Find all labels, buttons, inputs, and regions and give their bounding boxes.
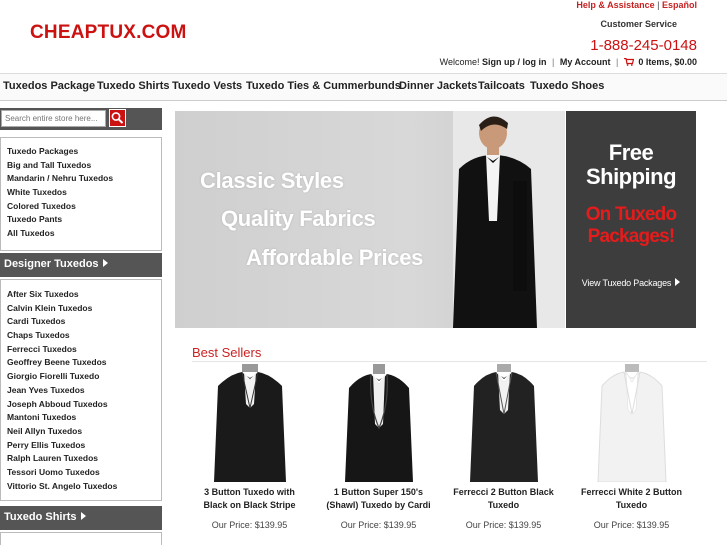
tuxedo-shirts-list bbox=[0, 532, 162, 545]
sidebar-item-neil-allyn[interactable]: Neil Allyn Tuxedos bbox=[1, 425, 161, 439]
cart-icon[interactable] bbox=[623, 58, 634, 66]
cart-total[interactable]: $0.00 bbox=[674, 57, 697, 67]
product-name[interactable]: 1 Button Super 150's (Shawl) Tuxedo by C… bbox=[321, 486, 436, 512]
welcome-text: Welcome! bbox=[439, 57, 480, 67]
product-price: Our Price: $139.95 bbox=[593, 520, 670, 530]
product-card[interactable]: 1 Button Super 150's (Shawl) Tuxedo by C… bbox=[321, 364, 436, 530]
my-account-link[interactable]: My Account bbox=[560, 57, 611, 67]
sidebar-item-colored-tuxedos[interactable]: Colored Tuxedos bbox=[1, 200, 161, 214]
account-bar: Welcome! Sign up / log in | My Account |… bbox=[440, 57, 697, 67]
product-image[interactable] bbox=[592, 364, 672, 482]
sidebar-item-perry-ellis[interactable]: Perry Ellis Tuxedos bbox=[1, 439, 161, 453]
hero-line-affordable: Affordable Prices bbox=[246, 245, 424, 270]
nav-tuxedo-vests[interactable]: Tuxedo Vests bbox=[172, 80, 242, 92]
site-logo[interactable]: CHEAPTUX.COM bbox=[30, 22, 187, 44]
promo-free-text: Free Shipping bbox=[566, 141, 696, 189]
hero-line-classic: Classic Styles bbox=[200, 168, 344, 193]
customer-service-label[interactable]: Customer Service bbox=[600, 19, 677, 29]
main-nav: Tuxedos Package Tuxedo Shirts Tuxedo Ves… bbox=[0, 73, 727, 101]
designer-tuxedos-header[interactable]: Designer Tuxedos bbox=[0, 253, 162, 277]
sidebar-item-geoffrey-beene[interactable]: Geoffrey Beene Tuxedos bbox=[1, 356, 161, 370]
promo-line-on-tuxedo: On Tuxedo bbox=[585, 204, 677, 225]
search-button[interactable] bbox=[109, 109, 126, 127]
sidebar-item-cardi[interactable]: Cardi Tuxedos bbox=[1, 315, 161, 329]
sidebar-item-calvin-klein[interactable]: Calvin Klein Tuxedos bbox=[1, 302, 161, 316]
arrow-right-icon bbox=[675, 278, 681, 286]
view-tuxedo-packages-link[interactable]: View Tuxedo Packages bbox=[566, 278, 696, 288]
nav-tailcoats[interactable]: Tailcoats bbox=[478, 80, 525, 92]
sidebar-item-ralph-lauren[interactable]: Ralph Lauren Tuxedos bbox=[1, 452, 161, 466]
promo-line-packages: Packages! bbox=[587, 226, 676, 247]
sidebar-item-mandarin-nehru[interactable]: Mandarin / Nehru Tuxedos bbox=[1, 172, 161, 186]
search-input[interactable] bbox=[1, 110, 106, 127]
nav-dinner-jackets[interactable]: Dinner Jackets bbox=[399, 80, 477, 92]
product-name[interactable]: Ferrecci White 2 Button Tuxedo bbox=[574, 486, 689, 512]
sidebar-item-tessori-uomo[interactable]: Tessori Uomo Tuxedos bbox=[1, 466, 161, 480]
phone-number: 1-888-245-0148 bbox=[590, 37, 697, 54]
sidebar-item-all-tuxedos[interactable]: All Tuxedos bbox=[1, 227, 161, 241]
hero-line-quality: Quality Fabrics bbox=[221, 206, 376, 231]
product-name[interactable]: 3 Button Tuxedo with Black on Black Stri… bbox=[192, 486, 307, 512]
product-image[interactable] bbox=[339, 364, 419, 482]
sidebar-item-tuxedo-packages[interactable]: Tuxedo Packages bbox=[1, 145, 161, 159]
nav-tuxedo-shirts[interactable]: Tuxedo Shirts bbox=[97, 80, 170, 92]
sidebar-item-chaps[interactable]: Chaps Tuxedos bbox=[1, 329, 161, 343]
sidebar-item-white-tuxedos[interactable]: White Tuxedos bbox=[1, 186, 161, 200]
arrow-right-icon bbox=[80, 512, 86, 520]
arrow-right-icon bbox=[102, 259, 108, 267]
sidebar-item-giorgio-fiorelli[interactable]: Giorgio Fiorelli Tuxedo bbox=[1, 370, 161, 384]
sidebar-item-vittorio-st-angelo[interactable]: Vittorio St. Angelo Tuxedos bbox=[1, 480, 161, 494]
divider: | bbox=[552, 57, 555, 67]
product-price: Our Price: $139.95 bbox=[211, 520, 288, 530]
product-image[interactable] bbox=[464, 364, 544, 482]
signup-login-link[interactable]: Sign up / log in bbox=[482, 57, 547, 67]
espanol-link[interactable]: Español bbox=[662, 0, 697, 10]
product-price: Our Price: $139.95 bbox=[465, 520, 542, 530]
sidebar-item-ferrecci[interactable]: Ferrecci Tuxedos bbox=[1, 343, 161, 357]
product-price: Our Price: $139.95 bbox=[340, 520, 417, 530]
sidebar-item-mantoni[interactable]: Mantoni Tuxedos bbox=[1, 411, 161, 425]
promo-line-shipping: Shipping bbox=[585, 164, 677, 189]
product-card[interactable]: 3 Button Tuxedo with Black on Black Stri… bbox=[192, 364, 307, 530]
sidebar-item-big-and-tall[interactable]: Big and Tall Tuxedos bbox=[1, 159, 161, 173]
nav-tuxedos-package[interactable]: Tuxedos Package bbox=[3, 80, 95, 92]
sidebar-item-jean-yves[interactable]: Jean Yves Tuxedos bbox=[1, 384, 161, 398]
divider bbox=[192, 361, 707, 362]
promo-red-text: On Tuxedo Packages! bbox=[566, 204, 696, 248]
tuxedo-shirts-header[interactable]: Tuxedo Shirts bbox=[0, 506, 162, 530]
product-card[interactable]: Ferrecci 2 Button Black Tuxedo Our Price… bbox=[446, 364, 561, 530]
divider: | bbox=[616, 57, 619, 67]
nav-tuxedo-ties[interactable]: Tuxedo Ties & Cummerbunds bbox=[246, 80, 401, 92]
free-shipping-promo[interactable]: Free Shipping On Tuxedo Packages! View T… bbox=[566, 111, 696, 328]
product-card[interactable]: Ferrecci White 2 Button Tuxedo Our Price… bbox=[574, 364, 689, 530]
divider: | bbox=[657, 0, 660, 10]
tuxedo-category-list: Tuxedo Packages Big and Tall Tuxedos Man… bbox=[0, 137, 162, 251]
promo-link-label: View Tuxedo Packages bbox=[581, 278, 672, 288]
help-links: Help & Assistance | Español bbox=[576, 0, 697, 10]
model-photo bbox=[453, 111, 565, 328]
shirts-header-label: Tuxedo Shirts bbox=[4, 511, 77, 523]
designer-header-label: Designer Tuxedos bbox=[4, 258, 99, 270]
help-assistance-link[interactable]: Help & Assistance bbox=[576, 0, 654, 10]
sidebar-item-after-six[interactable]: After Six Tuxedos bbox=[1, 288, 161, 302]
cart-items[interactable]: 0 Items, bbox=[638, 57, 672, 67]
search-bar bbox=[0, 108, 162, 130]
product-name[interactable]: Ferrecci 2 Button Black Tuxedo bbox=[446, 486, 561, 512]
promo-line-free: Free bbox=[608, 140, 654, 165]
sidebar-item-tuxedo-pants[interactable]: Tuxedo Pants bbox=[1, 213, 161, 227]
nav-tuxedo-shoes[interactable]: Tuxedo Shoes bbox=[530, 80, 604, 92]
hero-banner[interactable]: Classic Styles Quality Fabrics Affordabl… bbox=[175, 111, 565, 328]
designer-list: After Six Tuxedos Calvin Klein Tuxedos C… bbox=[0, 279, 162, 501]
search-icon bbox=[111, 112, 124, 124]
product-image[interactable] bbox=[210, 364, 290, 482]
best-sellers-title: Best Sellers bbox=[192, 345, 262, 360]
sidebar-item-joseph-abboud[interactable]: Joseph Abboud Tuxedos bbox=[1, 398, 161, 412]
